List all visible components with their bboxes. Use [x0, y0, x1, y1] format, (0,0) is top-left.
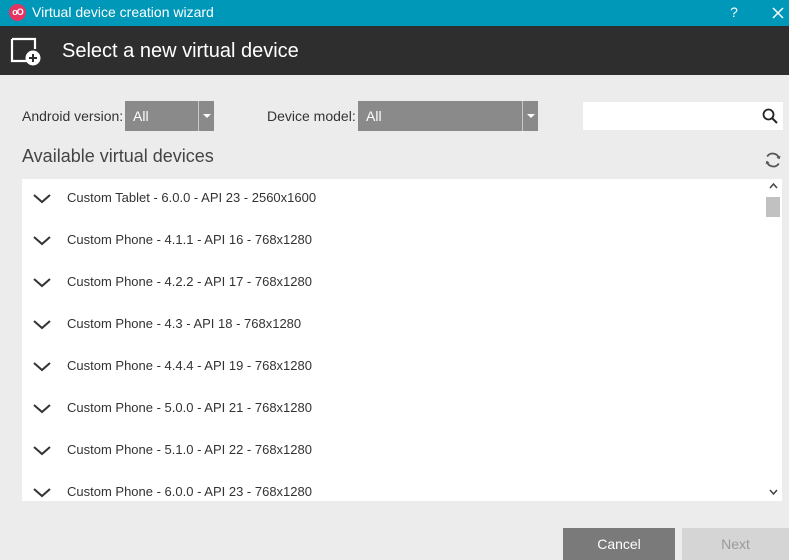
device-row[interactable]: Custom Tablet - 6.0.0 - API 23 - 2560x16…: [22, 179, 764, 221]
device-label: Custom Phone - 6.0.0 - API 23 - 768x1280: [67, 484, 312, 499]
chevron-down-icon[interactable]: [32, 403, 52, 415]
device-row[interactable]: Custom Phone - 6.0.0 - API 23 - 768x1280: [22, 473, 764, 501]
device-label: Custom Tablet - 6.0.0 - API 23 - 2560x16…: [67, 190, 317, 205]
device-row[interactable]: Custom Phone - 5.0.0 - API 21 - 768x1280: [22, 389, 764, 431]
chevron-down-icon[interactable]: [32, 445, 52, 457]
device-model-value: All: [366, 108, 382, 124]
scroll-up-icon[interactable]: [769, 182, 778, 189]
android-version-value: All: [133, 108, 149, 124]
title-bar: oO Virtual device creation wizard ?: [0, 0, 789, 26]
wizard-header: Select a new virtual device: [0, 26, 789, 75]
help-button[interactable]: ?: [722, 2, 746, 24]
chevron-down-icon[interactable]: [32, 193, 52, 205]
section-title: Available virtual devices: [22, 146, 214, 166]
chevron-down-icon: [522, 101, 538, 131]
chevron-down-icon: [198, 101, 214, 131]
android-version-label: Android version:: [22, 108, 124, 124]
device-label: Custom Phone - 4.3 - API 18 - 768x1280: [67, 316, 302, 331]
chevron-down-icon[interactable]: [32, 487, 52, 499]
search-icon[interactable]: [762, 108, 778, 124]
device-model-select[interactable]: All: [358, 101, 538, 131]
window-title: Virtual device creation wizard: [32, 4, 214, 20]
next-button[interactable]: Next: [682, 528, 789, 560]
close-button[interactable]: [767, 2, 789, 24]
app-logo-icon: oO: [9, 4, 26, 21]
chevron-down-icon[interactable]: [32, 319, 52, 331]
scroll-down-icon[interactable]: [769, 489, 778, 496]
chevron-down-icon[interactable]: [32, 277, 52, 289]
device-row[interactable]: Custom Phone - 4.4.4 - API 19 - 768x1280: [22, 347, 764, 389]
device-label: Custom Phone - 5.0.0 - API 21 - 768x1280: [67, 400, 312, 415]
device-row[interactable]: Custom Phone - 5.1.0 - API 22 - 768x1280: [22, 431, 764, 473]
device-label: Custom Phone - 4.2.2 - API 17 - 768x1280: [67, 274, 312, 289]
device-model-label: Device model:: [267, 108, 356, 124]
cancel-button[interactable]: Cancel: [563, 528, 675, 560]
device-label: Custom Phone - 5.1.0 - API 22 - 768x1280: [67, 442, 312, 457]
device-list: Custom Tablet - 6.0.0 - API 23 - 2560x16…: [22, 179, 782, 501]
refresh-icon[interactable]: [764, 151, 782, 169]
device-label: Custom Phone - 4.1.1 - API 16 - 768x1280: [67, 232, 312, 247]
device-row[interactable]: Custom Phone - 4.2.2 - API 17 - 768x1280: [22, 263, 764, 305]
android-version-select[interactable]: All: [125, 101, 214, 131]
device-label: Custom Phone - 4.4.4 - API 19 - 768x1280: [67, 358, 312, 373]
chevron-down-icon[interactable]: [32, 235, 52, 247]
device-row[interactable]: Custom Phone - 4.1.1 - API 16 - 768x1280: [22, 221, 764, 263]
page-title: Select a new virtual device: [62, 40, 299, 62]
chevron-down-icon[interactable]: [32, 361, 52, 373]
list-scrollbar[interactable]: [765, 179, 782, 501]
add-device-icon: [10, 37, 41, 66]
device-row[interactable]: Custom Phone - 4.3 - API 18 - 768x1280: [22, 305, 764, 347]
search-input[interactable]: [583, 102, 783, 130]
scroll-thumb[interactable]: [766, 197, 780, 217]
close-icon: [772, 7, 784, 19]
